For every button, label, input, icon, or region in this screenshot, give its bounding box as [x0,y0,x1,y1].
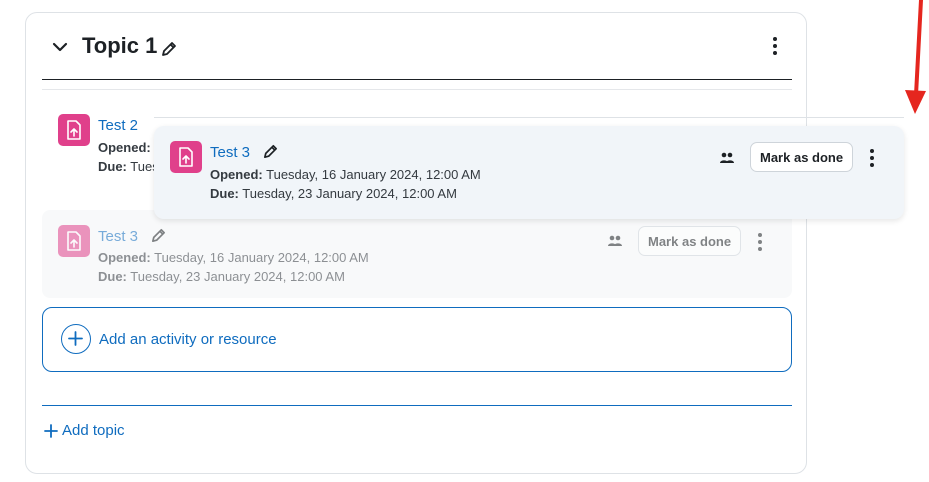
activity-drop-placeholder: Test 3 Opened: Tuesday, 16 January 2024,… [42,210,792,298]
section-kebab-menu-icon[interactable] [772,37,778,55]
activity-kebab-menu-icon[interactable] [869,149,875,167]
section-divider [42,79,792,80]
activity-opened-date: Opened: Tuesday, 16 January 2024, 12:00 … [210,167,481,182]
add-topic-label: Add topic [62,422,125,439]
dragged-activity[interactable]: Test 3 Opened: Tuesday, 16 January 2024,… [154,126,904,219]
pencil-icon[interactable] [150,227,167,244]
assignment-icon [170,141,202,173]
chevron-down-icon[interactable] [52,39,68,55]
assignment-icon [58,225,90,257]
add-activity-button[interactable]: Add an activity or resource [42,307,792,372]
plus-icon [44,423,58,438]
activity-link-test-3[interactable]: Test 3 [98,228,138,245]
activity-due-date: Due: Tues [98,159,159,174]
add-activity-label: Add an activity or resource [99,331,277,348]
pencil-icon[interactable] [262,143,279,160]
activity-opened-date: Opened: T [98,140,162,155]
add-topic-button[interactable]: Add topic [44,422,125,439]
annotation-arrow-icon [905,0,926,114]
mark-as-done-button[interactable]: Mark as done [750,142,854,172]
activity-due-date: Due: Tuesday, 23 January 2024, 12:00 AM [210,186,457,201]
mark-as-done-button[interactable]: Mark as done [638,226,742,256]
activity-kebab-menu-icon[interactable] [757,233,763,251]
group-icon [720,152,734,163]
pencil-icon[interactable] [160,40,178,58]
activity-due-date: Due: Tuesday, 23 January 2024, 12:00 AM [98,269,345,284]
activity-link-test-2[interactable]: Test 2 [98,117,138,134]
section-title: Topic 1 [82,33,158,58]
activity-opened-date: Opened: Tuesday, 16 January 2024, 12:00 … [98,250,369,265]
activity-divider [42,89,792,90]
add-topic-divider [42,405,792,406]
assignment-icon [58,114,90,146]
activity-link-test-3[interactable]: Test 3 [210,144,250,161]
plus-icon [61,324,91,354]
group-icon [608,235,622,246]
drop-indicator-line [154,117,904,118]
